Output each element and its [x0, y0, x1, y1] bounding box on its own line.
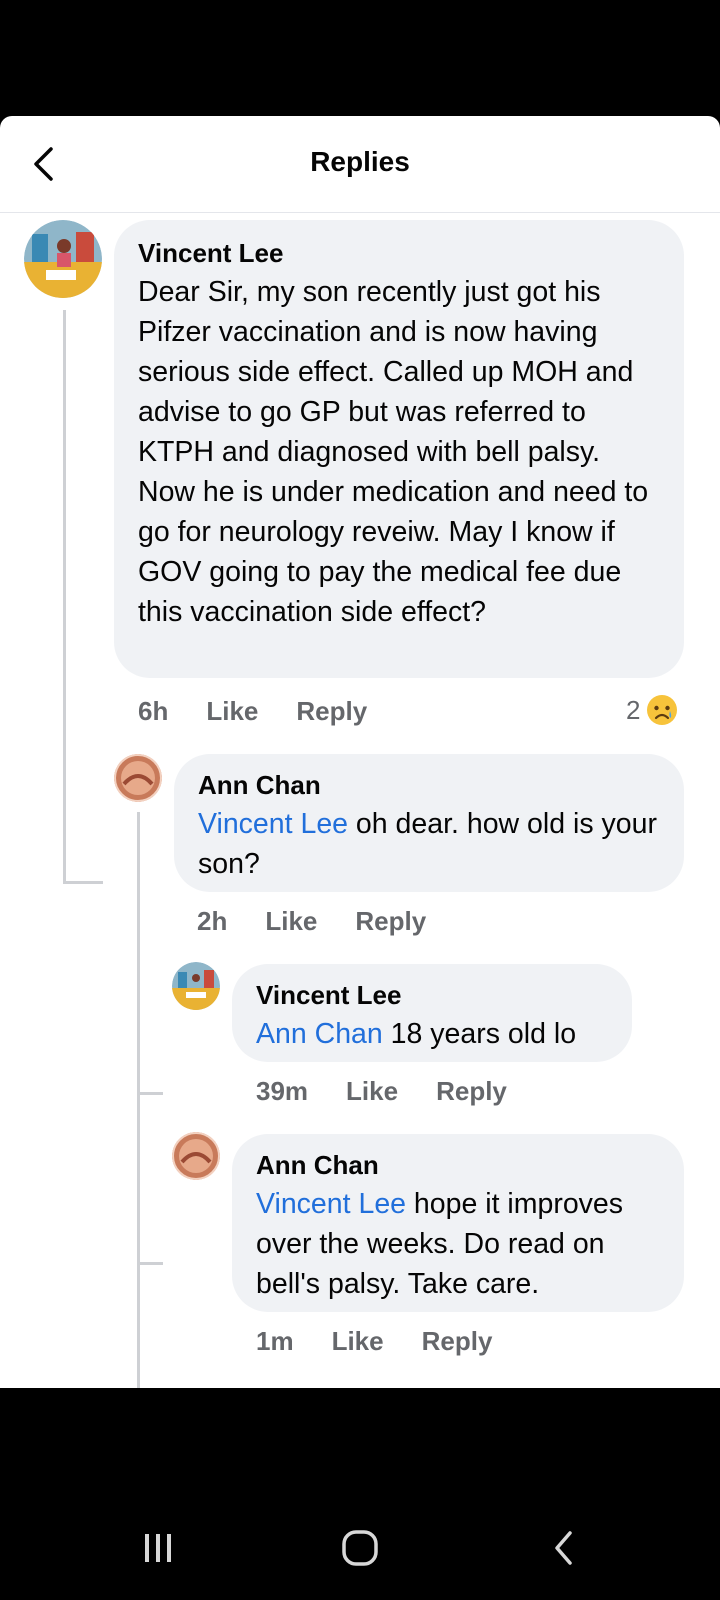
comment-time: 1m [256, 1326, 294, 1356]
comment-author[interactable]: Ann Chan [256, 1148, 660, 1182]
reply-button[interactable]: Reply [422, 1326, 493, 1357]
comment-body: Vincent Lee hope it improves over the we… [256, 1184, 660, 1304]
comment-author[interactable]: Vincent Lee [256, 978, 608, 1012]
reaction-count: 2 [626, 694, 641, 725]
comment-author[interactable]: Ann Chan [198, 768, 660, 802]
home-button[interactable] [320, 1518, 400, 1578]
thread-line [137, 812, 140, 1388]
reaction-summary[interactable]: 2 [626, 694, 678, 726]
recent-apps-button[interactable] [118, 1518, 198, 1578]
comment-bubble: Ann Chan Vincent Lee hope it improves ov… [232, 1134, 684, 1312]
comment-actions: 2h Like Reply [197, 906, 426, 937]
comment-time: 6h [138, 696, 169, 726]
header: Replies [0, 116, 720, 213]
back-nav-button[interactable] [524, 1518, 604, 1578]
comment-actions: 6h Like Reply [138, 696, 367, 727]
thread-line [63, 310, 66, 884]
thread-connector [63, 881, 103, 884]
system-nav-bar [0, 1388, 720, 1600]
mention-link[interactable]: Ann Chan [256, 1018, 383, 1050]
avatar[interactable] [114, 754, 162, 802]
page-title: Replies [310, 146, 410, 177]
comment-body: Ann Chan 18 years old lo [256, 1014, 608, 1054]
like-button[interactable]: Like [206, 696, 258, 727]
like-button[interactable]: Like [332, 1326, 384, 1357]
reply-button[interactable]: Reply [296, 696, 367, 727]
recent-apps-icon [145, 1534, 171, 1562]
comment-text: Dear Sir, my son recently just got his P… [138, 276, 649, 628]
avatar[interactable] [172, 962, 220, 1010]
thread-connector [137, 1262, 163, 1265]
avatar[interactable] [24, 220, 102, 298]
back-icon [555, 1531, 572, 1565]
reply-button[interactable]: Reply [436, 1076, 507, 1107]
like-button[interactable]: Like [265, 906, 317, 937]
comment-actions: 1m Like Reply [256, 1326, 492, 1357]
comment-time: 39m [256, 1076, 309, 1106]
home-icon [342, 1530, 378, 1566]
comment-bubble: Vincent Lee Ann Chan 18 years old lo [232, 964, 632, 1062]
comment-body: Vincent Lee oh dear. how old is your son… [198, 804, 660, 884]
comment-time: 2h [197, 906, 228, 936]
comment-bubble: Vincent Lee Dear Sir, my son recently ju… [114, 220, 684, 678]
comment-bubble: Ann Chan Vincent Lee oh dear. how old is… [174, 754, 684, 892]
mention-link[interactable]: Vincent Lee [198, 808, 348, 840]
replies-sheet: Replies Vincent Lee Dear Sir, my son rec… [0, 116, 720, 1388]
reply-button[interactable]: Reply [355, 906, 426, 937]
comment-author[interactable]: Vincent Lee [138, 236, 660, 270]
comment-actions: 39m Like Reply [256, 1076, 507, 1107]
avatar[interactable] [172, 1132, 220, 1180]
like-button[interactable]: Like [346, 1076, 398, 1107]
comment-text: 18 years old lo [382, 1018, 577, 1050]
sad-face-icon [647, 695, 678, 725]
thread-connector [137, 1092, 163, 1095]
mention-link[interactable]: Vincent Lee [256, 1188, 406, 1220]
